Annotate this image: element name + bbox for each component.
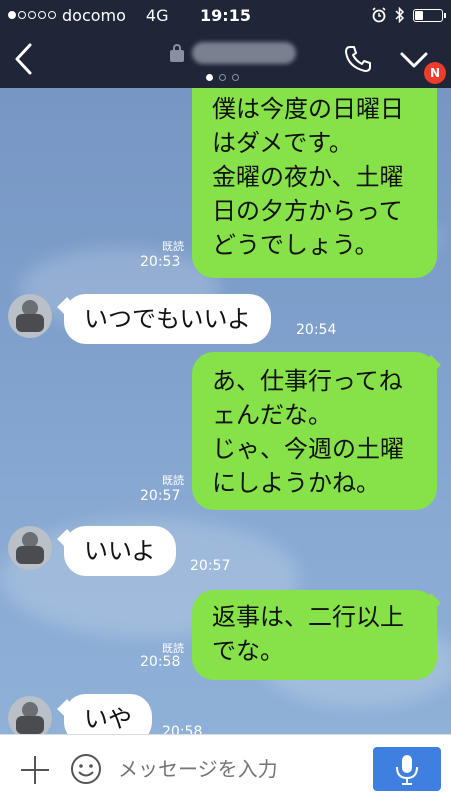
bluetooth-icon	[395, 7, 405, 23]
contact-avatar[interactable]	[8, 696, 52, 734]
sent-message[interactable]: 僕は今度の日曜日 はダメです。 金曜の夜か、土曜 日の夕方からって どうでしょう…	[192, 88, 437, 278]
blurred-contact-name	[192, 42, 296, 64]
message-line: はダメです。	[212, 129, 353, 157]
received-message[interactable]: いいよ	[64, 526, 176, 576]
message-time: 20:53	[140, 254, 181, 270]
alarm-icon	[372, 7, 386, 23]
chat-title[interactable]	[170, 42, 296, 64]
chat-header: N	[0, 30, 451, 88]
chat-area[interactable]: 僕は今度の日曜日 はダメです。 金曜の夜か、土曜 日の夕方からって どうでしょう…	[0, 88, 451, 734]
phone-call-icon[interactable]	[343, 44, 373, 74]
notification-badge: N	[424, 62, 446, 84]
message-line: どうでしょう。	[212, 231, 379, 259]
signal-strength-icon	[8, 11, 56, 19]
message-text: いつでもいいよ	[84, 305, 252, 333]
message-line: ェんだな。	[212, 401, 332, 429]
message-time: 20:58	[140, 654, 181, 670]
read-receipt: 既読	[162, 240, 184, 253]
microphone-button[interactable]	[373, 747, 441, 791]
contact-avatar[interactable]	[8, 526, 52, 570]
battery-icon	[413, 8, 446, 22]
message-time: 20:54	[296, 322, 337, 338]
status-bar: docomo 4G 19:15	[0, 0, 451, 30]
message-time: 20:58	[162, 724, 203, 734]
sent-message[interactable]: 返事は、二行以上 でな。	[192, 590, 437, 680]
message-line: 返事は、二行以上	[212, 603, 404, 631]
message-line: でな。	[212, 637, 284, 665]
message-line: 僕は今度の日曜日	[212, 95, 404, 123]
page-indicator	[206, 74, 239, 81]
message-line: 金曜の夜か、土曜	[212, 163, 404, 191]
message-text: いや	[84, 705, 132, 733]
emoji-icon[interactable]	[70, 753, 102, 785]
message-input[interactable]	[116, 751, 360, 787]
contact-avatar[interactable]	[8, 294, 52, 338]
lock-icon	[170, 44, 184, 62]
received-message[interactable]: いや	[64, 694, 152, 734]
message-line: 日の夕方からって	[212, 197, 403, 225]
back-button[interactable]	[10, 42, 40, 76]
carrier-label: docomo	[62, 5, 126, 25]
message-time: 20:57	[140, 488, 181, 504]
message-line: にしようかね。	[212, 469, 380, 497]
received-message[interactable]: いつでもいいよ	[64, 294, 272, 344]
message-input-bar	[0, 734, 451, 801]
message-text: いいよ	[84, 537, 156, 565]
network-type: 4G	[145, 5, 169, 25]
read-receipt: 既読	[162, 474, 184, 487]
sent-message[interactable]: あ、仕事行ってね ェんだな。 じゃ、今週の土曜 にしようかね。	[192, 352, 437, 510]
message-time: 20:57	[190, 558, 231, 574]
message-line: じゃ、今週の土曜	[212, 435, 404, 463]
microphone-icon	[396, 755, 418, 785]
plus-icon[interactable]	[18, 753, 52, 787]
message-line: あ、仕事行ってね	[212, 367, 403, 395]
